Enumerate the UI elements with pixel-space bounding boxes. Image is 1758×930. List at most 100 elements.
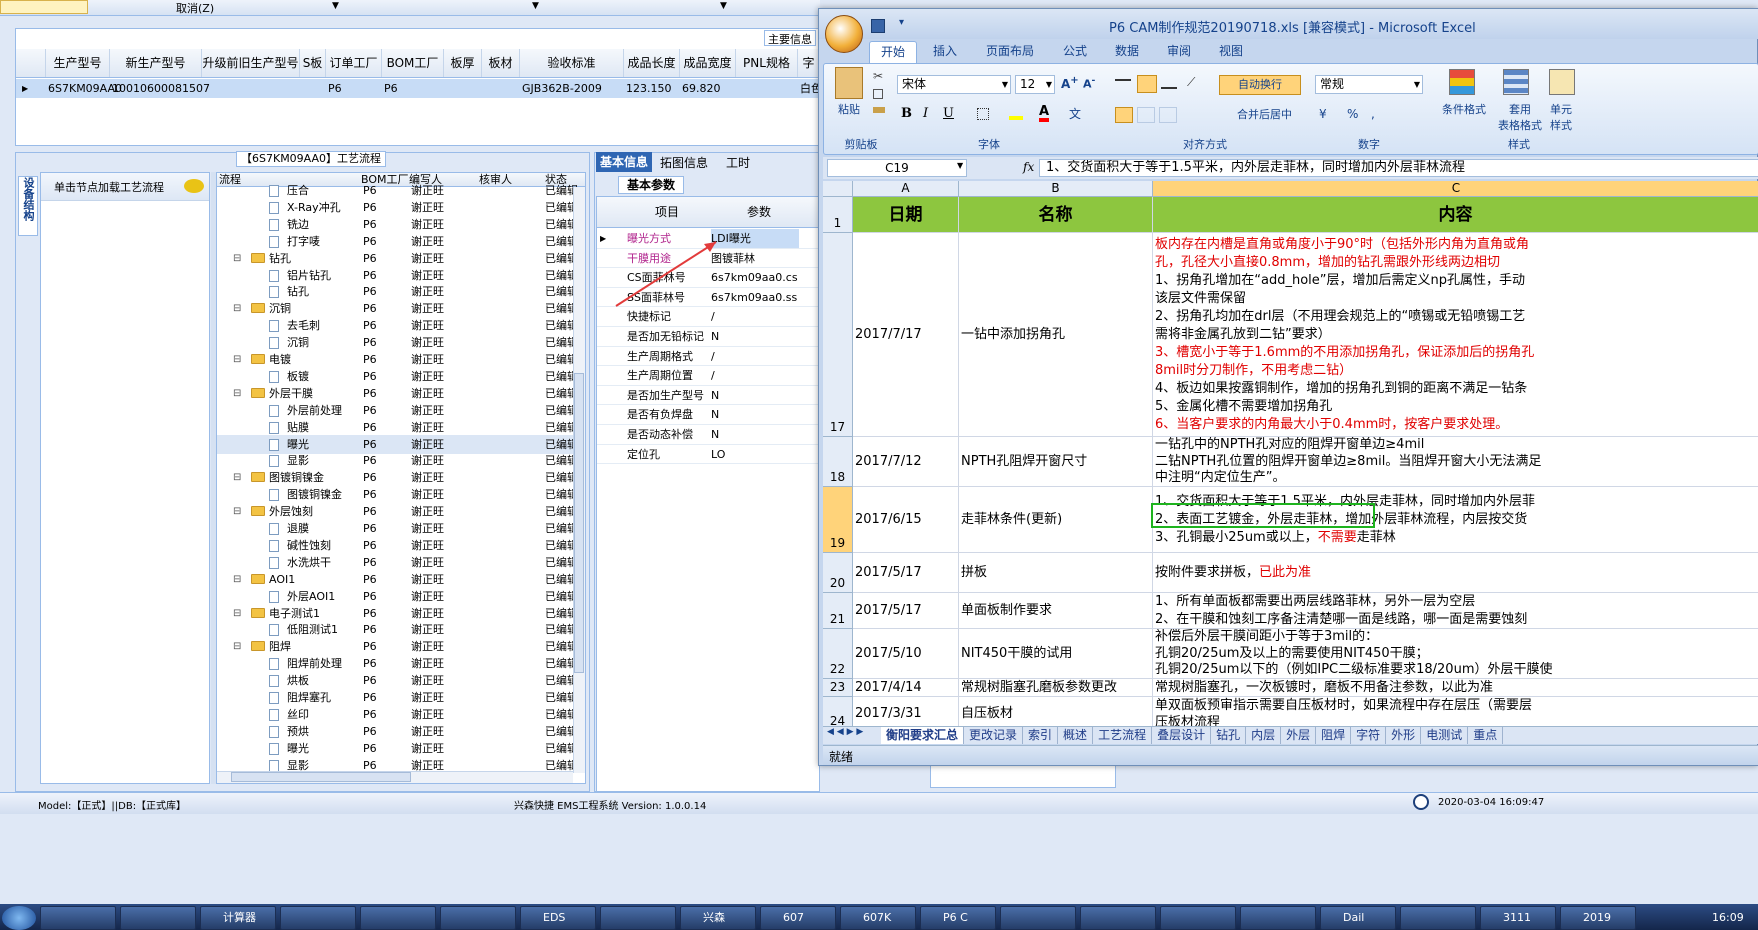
name-box[interactable]: C19 — [827, 159, 967, 177]
cell-style-icon[interactable] — [1549, 69, 1575, 95]
qat-dropdown-icon[interactable]: ▾ — [899, 17, 904, 28]
align-right-icon[interactable] — [1159, 107, 1177, 123]
cut-icon[interactable]: ✂ — [873, 69, 883, 83]
taskbar-item[interactable] — [120, 906, 196, 930]
align-top-icon[interactable] — [1115, 79, 1131, 89]
wrap-text-button[interactable]: 自动换行 — [1219, 75, 1301, 95]
col-header[interactable]: 生产型号 — [46, 49, 110, 77]
col-header[interactable]: 验收标准 — [520, 49, 624, 77]
tab-work-hours[interactable]: 工时 — [726, 154, 750, 171]
ribbon-tab[interactable]: 开始 — [869, 41, 917, 63]
sheet-tab[interactable]: 电测试 — [1421, 727, 1469, 744]
sheet-tab[interactable]: 衡阳要求汇总 — [881, 727, 965, 744]
ribbon-tab[interactable]: 视图 — [1207, 41, 1255, 63]
param-value[interactable]: N — [711, 386, 799, 405]
percent-icon[interactable]: % — [1347, 107, 1358, 121]
col-header[interactable]: BOM工厂 — [382, 49, 444, 77]
taskbar-item[interactable] — [40, 906, 116, 930]
cell-date[interactable]: 2017/6/15 — [853, 487, 959, 553]
taskbar-item[interactable] — [440, 906, 516, 930]
cell-name[interactable]: 拼板 — [959, 553, 1153, 593]
ribbon-tab[interactable]: 页面布局 — [973, 41, 1047, 63]
taskbar-item[interactable]: 计算器 — [200, 906, 276, 930]
param-value[interactable]: N — [711, 327, 799, 346]
align-center-icon[interactable] — [1137, 107, 1155, 123]
taskbar-item[interactable]: 3111 — [1480, 906, 1556, 930]
taskbar-item[interactable]: P6 C — [920, 906, 996, 930]
cell-name[interactable]: 自压板材 — [959, 697, 1153, 726]
col-header[interactable]: 成品宽度 — [680, 49, 736, 77]
cell-name[interactable]: 常规树脂塞孔磨板参数更改 — [959, 679, 1153, 697]
sheet-tab[interactable]: 钻孔 — [1211, 727, 1247, 744]
side-tab-device-structure[interactable]: 设备结构 — [18, 176, 38, 236]
col-header[interactable]: 板材 — [482, 49, 520, 77]
col-header[interactable]: PNL规格 — [736, 49, 798, 77]
header-date[interactable]: 日期 — [853, 197, 959, 233]
sheet-nav-arrows[interactable]: ◀ ◀ ▶ ▶ — [827, 727, 863, 737]
row-number[interactable]: 22 — [823, 629, 853, 679]
paste-button[interactable]: 粘贴 — [831, 101, 867, 117]
sheet-tab[interactable]: 内层 — [1246, 727, 1282, 744]
ribbon-tab[interactable]: 插入 — [921, 41, 969, 63]
sheet-tab[interactable]: 工艺流程 — [1093, 727, 1153, 744]
taskbar-item[interactable]: 607K — [840, 906, 916, 930]
taskbar-item[interactable] — [600, 906, 676, 930]
subtab-basic-params[interactable]: 基本参数 — [618, 176, 684, 194]
align-left-icon[interactable] — [1115, 107, 1133, 123]
cell-name[interactable]: 单面板制作要求 — [959, 593, 1153, 629]
param-row[interactable]: 是否加无铅标记 N — [597, 327, 819, 347]
param-value[interactable]: 6s7km09aa0.cs — [711, 268, 799, 287]
row-number[interactable]: 23 — [823, 679, 853, 697]
italic-button[interactable]: I — [923, 106, 928, 121]
start-button[interactable] — [2, 906, 36, 930]
param-row[interactable]: 定位孔 LO — [597, 445, 819, 465]
font-name-select[interactable]: 宋体 ▼ — [897, 75, 1011, 94]
cell-name[interactable]: 一钻中添加拐角孔 — [959, 233, 1153, 437]
comma-icon[interactable]: , — [1371, 107, 1375, 121]
sheet-tab[interactable]: 字符 — [1351, 727, 1387, 744]
number-format-select[interactable]: 常规 ▼ — [1315, 75, 1423, 94]
underline-button[interactable]: U — [943, 106, 954, 121]
shrink-font-button[interactable]: A- — [1083, 75, 1095, 91]
bold-button[interactable]: B — [901, 106, 912, 121]
param-value[interactable]: LDI曝光 — [711, 229, 799, 248]
border-icon[interactable] — [977, 108, 989, 120]
row-number[interactable]: 19 — [823, 487, 853, 553]
fx-icon[interactable]: fx — [1023, 160, 1034, 174]
cell-content[interactable]: 单双面板预审指示需要自压板材时，如果流程中存在层压（需要层 压板材流程 — [1153, 697, 1758, 726]
taskbar-item[interactable] — [360, 906, 436, 930]
row-number[interactable]: 24 — [823, 697, 853, 726]
cell-content[interactable]: 按附件要求拼板，已此为准 — [1153, 553, 1758, 593]
taskbar-item[interactable] — [1400, 906, 1476, 930]
sheet-tab[interactable]: 更改记录 — [964, 727, 1024, 744]
tree-vscroll-thumb[interactable] — [574, 373, 584, 673]
main-info-tab[interactable]: 主要信息 — [764, 30, 816, 46]
row-number[interactable]: 18 — [823, 437, 853, 487]
row-number[interactable]: 21 — [823, 593, 853, 629]
orientation-icon[interactable]: ⟋ — [1187, 75, 1195, 90]
font-size-select[interactable]: 12 ▼ — [1015, 75, 1055, 94]
col-header[interactable]: 项目 — [655, 197, 679, 228]
cell-date[interactable]: 2017/7/17 — [853, 233, 959, 437]
taskbar-item[interactable]: Dail — [1320, 906, 1396, 930]
param-row[interactable]: 快捷标记 / — [597, 307, 819, 327]
currency-icon[interactable]: ¥ — [1319, 107, 1327, 121]
paste-icon[interactable] — [835, 67, 863, 99]
taskbar-item[interactable] — [1080, 906, 1156, 930]
sheet-tab[interactable]: 概述 — [1058, 727, 1094, 744]
sheet-tab[interactable]: 叠层设计 — [1152, 727, 1212, 744]
param-row[interactable]: 是否动态补偿 N — [597, 425, 819, 445]
ribbon-tab[interactable]: 公式 — [1051, 41, 1099, 63]
param-value[interactable]: N — [711, 425, 799, 444]
taskbar-item[interactable]: EDS — [520, 906, 596, 930]
taskbar-clock[interactable]: 16:09 — [1712, 911, 1744, 924]
align-middle-icon[interactable] — [1137, 75, 1157, 93]
cell-content[interactable]: 一钻孔中的NPTH孔对应的阻焊开窗单边≥4mil 二钻NPTH孔位置的阻焊开窗单边… — [1153, 437, 1758, 487]
taskbar-item[interactable]: 兴森 — [680, 906, 756, 930]
order-row[interactable]: ▶ 6S7KM09AA0 10010600081507 P6 P6 GJB362… — [16, 79, 822, 98]
taskbar-item[interactable] — [280, 906, 356, 930]
param-value[interactable]: N — [711, 405, 799, 424]
row-number[interactable]: 1 — [823, 197, 853, 233]
col-header[interactable]: 升级前旧生产型号 — [202, 49, 300, 77]
col-header[interactable]: 新生产型号 — [110, 49, 202, 77]
